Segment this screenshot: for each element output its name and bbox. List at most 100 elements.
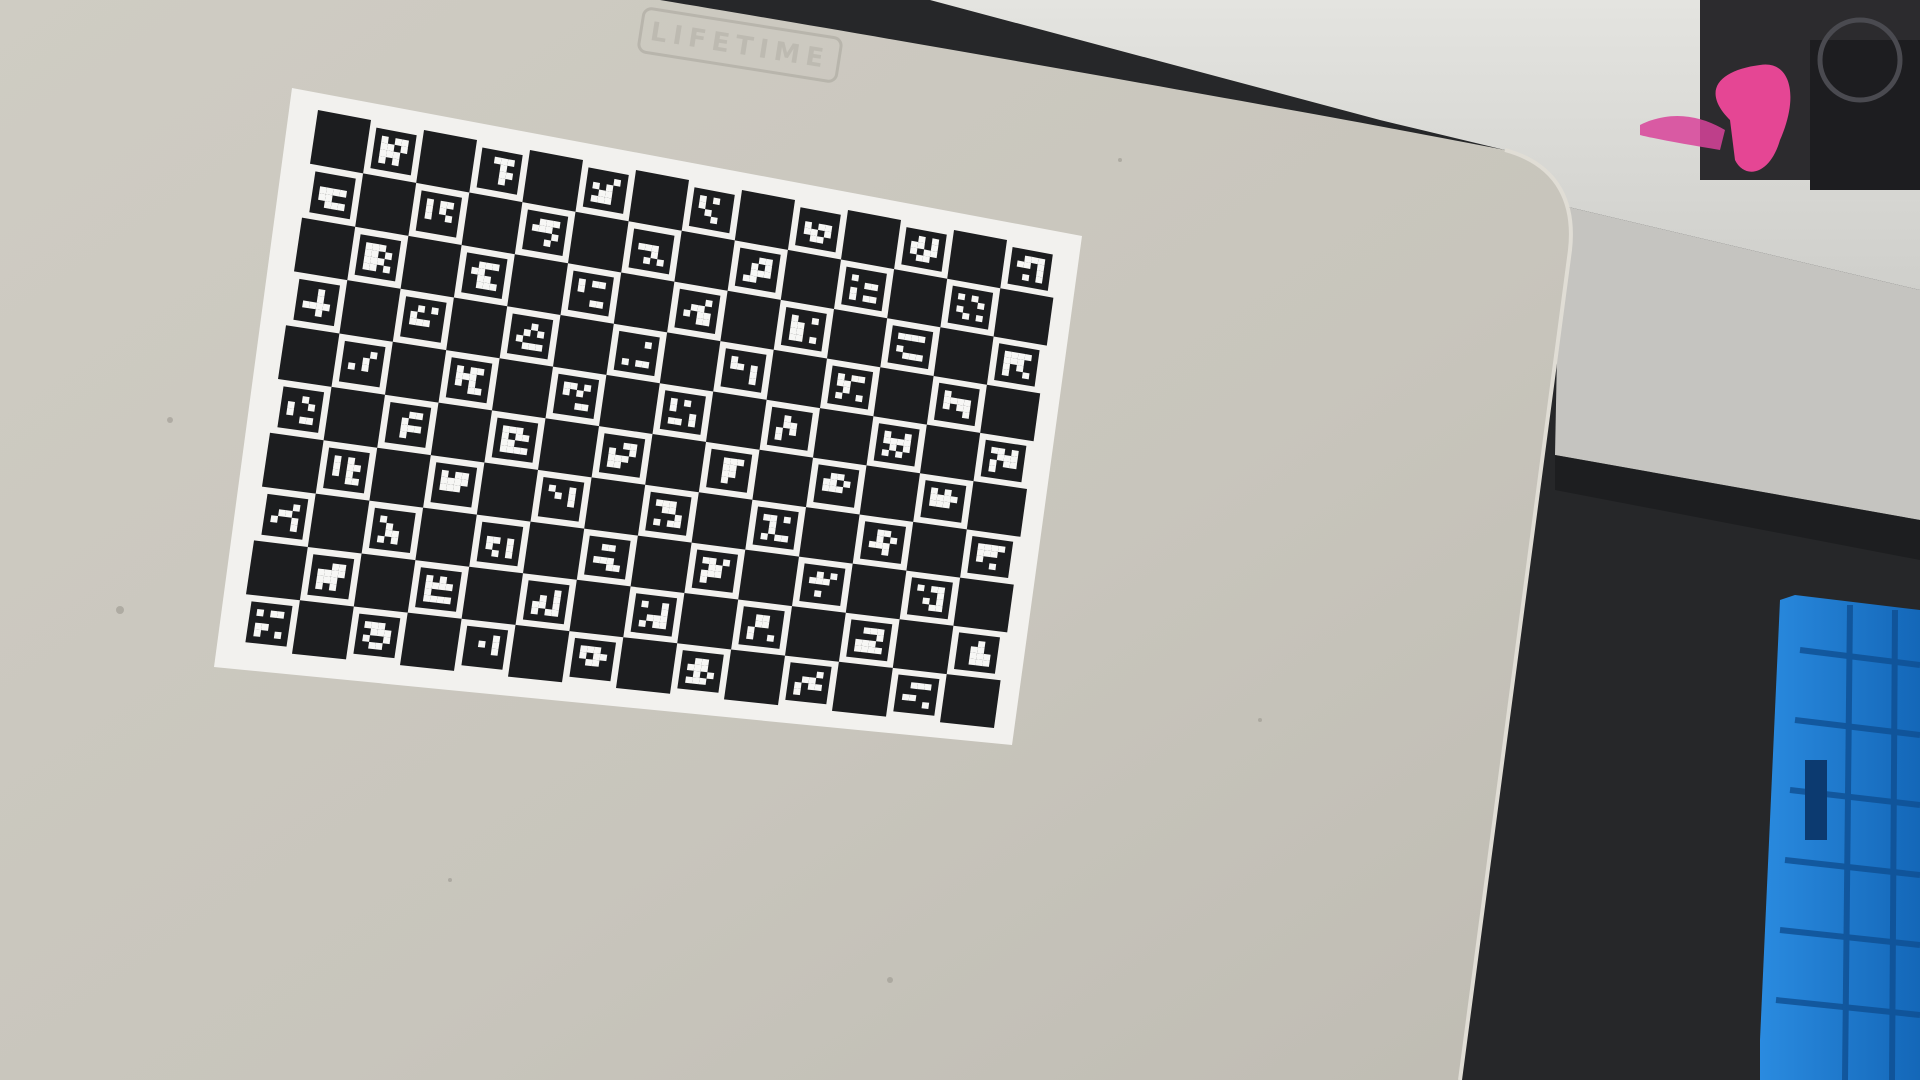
- marker-bit: [621, 455, 629, 463]
- marker-bit: [599, 653, 608, 662]
- marker-bit: [454, 378, 463, 386]
- marker-bit: [500, 157, 509, 166]
- marker-bit: [286, 407, 294, 416]
- marker-bit: [460, 479, 469, 487]
- marker-bit: [652, 518, 661, 526]
- marker-bit: [605, 564, 614, 572]
- marker-bit: [521, 434, 530, 443]
- marker-bit: [698, 201, 707, 210]
- marker-bit: [699, 195, 707, 203]
- marker-bit: [930, 487, 939, 495]
- marker-bit: [462, 372, 470, 381]
- marker-bit: [942, 501, 951, 509]
- board-square: [766, 349, 827, 409]
- board-square: [752, 449, 813, 508]
- marker-bit: [943, 495, 951, 503]
- marker-bit: [337, 570, 346, 579]
- board-square: [599, 374, 660, 434]
- marker-bit: [868, 640, 877, 648]
- aruco-marker: [598, 433, 646, 478]
- marker-bit: [764, 265, 773, 273]
- board-square: [724, 649, 785, 706]
- board-square: [780, 249, 841, 309]
- marker-bit: [331, 468, 340, 477]
- marker-bit: [687, 420, 696, 428]
- marker-bit: [901, 693, 910, 701]
- marker-bit: [468, 380, 476, 388]
- marker-bit: [808, 576, 817, 584]
- marker-bit: [608, 447, 617, 455]
- marker-bit: [598, 281, 607, 290]
- marker-bit: [917, 682, 925, 690]
- marker-bit: [714, 571, 722, 579]
- marker-bit: [370, 256, 378, 265]
- board-square: [278, 325, 340, 387]
- marker-bit: [763, 271, 772, 279]
- marker-bit: [500, 438, 509, 446]
- marker-bit: [381, 135, 389, 144]
- marker-bit: [344, 477, 353, 485]
- marker-bit: [470, 266, 479, 275]
- marker-bit: [539, 594, 548, 603]
- board-square: [616, 637, 678, 694]
- marker-bit: [928, 604, 936, 612]
- marker-bit: [904, 333, 913, 341]
- marker-bit: [383, 630, 392, 638]
- marker-bit: [270, 610, 278, 618]
- board-square: [416, 130, 477, 193]
- marker-bit: [917, 242, 925, 250]
- marker-bit: [307, 403, 316, 412]
- marker-bit: [902, 445, 911, 454]
- marker-bit: [707, 570, 715, 578]
- marker-bit: [603, 197, 612, 205]
- marker-bit: [593, 646, 602, 654]
- marker-bit: [983, 653, 991, 661]
- marker-bit: [870, 283, 879, 292]
- marker-bit: [346, 463, 355, 472]
- marker-bit: [723, 457, 731, 465]
- marker-bit: [824, 224, 833, 233]
- marker-bit: [438, 207, 447, 216]
- marker-bit: [644, 243, 653, 252]
- marker-bit: [276, 611, 285, 619]
- marker-bit: [629, 443, 638, 452]
- marker-bit: [883, 436, 891, 444]
- marker-bit: [700, 665, 709, 673]
- marker-bit: [783, 421, 791, 429]
- marker-bit: [598, 189, 606, 198]
- marker-bit: [816, 236, 824, 244]
- marker-bit: [497, 177, 506, 186]
- marker-bit: [754, 620, 763, 628]
- marker-bit: [319, 186, 327, 195]
- marker-bit: [314, 309, 323, 318]
- marker-bit: [505, 544, 514, 553]
- aruco-marker: [887, 325, 934, 370]
- marker-bit: [936, 593, 945, 600]
- marker-bit: [971, 295, 979, 303]
- marker-bit: [485, 262, 494, 271]
- marker-bit: [1010, 456, 1018, 464]
- marker-bit: [662, 500, 671, 508]
- marker-bit: [704, 209, 712, 217]
- marker-bit: [492, 263, 500, 272]
- marker-bit: [811, 317, 820, 326]
- marker-bit: [499, 164, 508, 173]
- marker-bit: [301, 396, 310, 404]
- marker-bit: [506, 445, 514, 454]
- marker-bit: [590, 194, 599, 203]
- marker-bit: [325, 187, 334, 196]
- marker-bit: [693, 664, 702, 672]
- marker-bit: [881, 548, 889, 556]
- marker-bit: [531, 223, 540, 232]
- marker-bit: [699, 575, 708, 583]
- board-square: [307, 493, 370, 554]
- marker-bit: [851, 274, 860, 282]
- marker-bit: [918, 235, 926, 244]
- marker-bit: [570, 382, 578, 390]
- aruco-marker: [659, 390, 706, 435]
- marker-bit: [544, 608, 553, 617]
- marker-bit: [597, 196, 605, 204]
- marker-bit: [399, 430, 407, 439]
- marker-bit: [935, 605, 943, 613]
- marker-bit: [1036, 270, 1044, 278]
